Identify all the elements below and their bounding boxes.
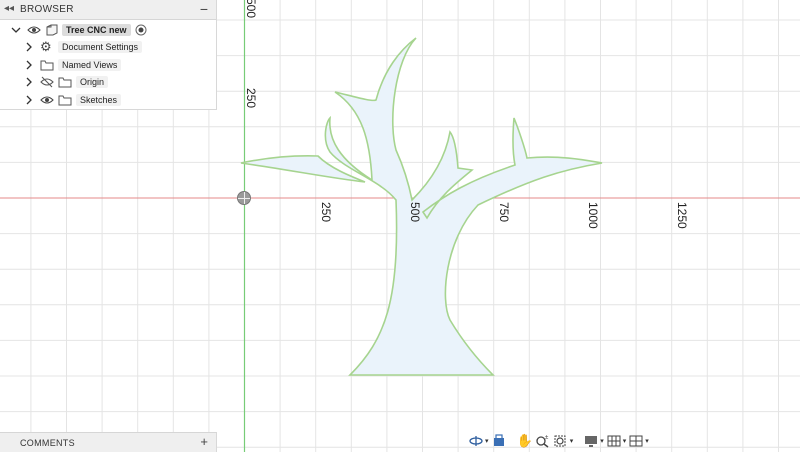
browser-item-label: Document Settings: [58, 41, 143, 53]
chevron-right-icon[interactable]: [22, 39, 36, 55]
viewports-icon: [629, 435, 643, 447]
x-tick-label: 250: [319, 202, 333, 222]
x-tick-label: 1250: [675, 202, 689, 229]
x-tick-label: 1000: [586, 202, 600, 229]
pan-button[interactable]: ✋: [517, 433, 533, 449]
comments-panel[interactable]: COMMENTS +: [0, 432, 217, 452]
zoom-button[interactable]: ±: [535, 433, 551, 449]
y-tick-label: 250: [244, 88, 258, 108]
caret-down-icon[interactable]: ▾: [600, 437, 604, 445]
look-at-button[interactable]: [491, 433, 507, 449]
browser-item-origin[interactable]: Origin: [0, 73, 216, 91]
browser-panel: ◂◂ BROWSER − Tree CNC new ⚙ Document Set…: [0, 0, 217, 110]
x-tick-label: 500: [408, 202, 422, 222]
grid-settings-icon: [607, 435, 621, 447]
y-tick-label: 500: [244, 0, 258, 18]
viewports-button[interactable]: ▾: [628, 433, 649, 449]
add-comment-button[interactable]: +: [200, 434, 208, 449]
collapse-panel-icon[interactable]: ◂◂: [4, 3, 14, 14]
x-tick-label: 750: [497, 202, 511, 222]
fit-button[interactable]: ▾: [553, 433, 574, 449]
chevron-down-icon[interactable]: [9, 22, 23, 38]
browser-title: BROWSER: [20, 4, 74, 15]
folder-icon: [58, 95, 72, 106]
eye-icon[interactable]: [40, 94, 54, 106]
eye-hidden-icon[interactable]: [40, 76, 54, 88]
caret-down-icon[interactable]: ▾: [645, 437, 649, 445]
chevron-right-icon[interactable]: [22, 92, 36, 108]
caret-down-icon[interactable]: ▾: [623, 437, 627, 445]
look-at-icon: [493, 434, 504, 446]
comments-title: COMMENTS: [20, 438, 75, 448]
chevron-right-icon[interactable]: [22, 74, 36, 90]
orbit-icon: [469, 436, 483, 446]
caret-down-icon[interactable]: ▾: [570, 437, 574, 445]
gear-icon: ⚙: [40, 39, 52, 54]
browser-item-label: Named Views: [58, 59, 122, 71]
zoom-icon: ±: [536, 435, 549, 448]
display-settings-button[interactable]: ▾: [583, 433, 604, 449]
active-radio-icon[interactable]: [134, 23, 148, 37]
caret-down-icon[interactable]: ▾: [485, 437, 489, 445]
browser-root-row[interactable]: Tree CNC new: [0, 21, 216, 39]
display-settings-icon: [585, 436, 598, 447]
eye-icon[interactable]: [27, 24, 41, 36]
browser-item-named-views[interactable]: Named Views: [0, 56, 216, 74]
root-component-label: Tree CNC new: [62, 24, 131, 36]
grid-settings-button[interactable]: ▾: [606, 433, 627, 449]
browser-item-sketches[interactable]: Sketches: [0, 91, 216, 109]
minimize-panel-button[interactable]: −: [200, 1, 208, 17]
browser-item-document-settings[interactable]: ⚙ Document Settings: [0, 38, 216, 56]
folder-icon: [58, 77, 72, 88]
browser-item-label: Origin: [76, 76, 109, 88]
browser-item-label: Sketches: [76, 94, 122, 106]
browser-header: ◂◂ BROWSER −: [0, 0, 216, 20]
pan-icon: ✋: [516, 433, 533, 448]
svg-text:±: ±: [545, 435, 549, 441]
tree-sketch-profile[interactable]: [324, 37, 603, 376]
component-icon: [46, 24, 58, 36]
navigation-toolbar: ▾ ✋ ± ▾ ▾ ▾ ▾: [468, 432, 649, 450]
fit-icon: [554, 435, 566, 447]
chevron-right-icon[interactable]: [22, 57, 36, 73]
folder-icon: [40, 60, 54, 71]
orbit-button[interactable]: ▾: [468, 433, 489, 449]
origin-point[interactable]: [237, 191, 251, 205]
